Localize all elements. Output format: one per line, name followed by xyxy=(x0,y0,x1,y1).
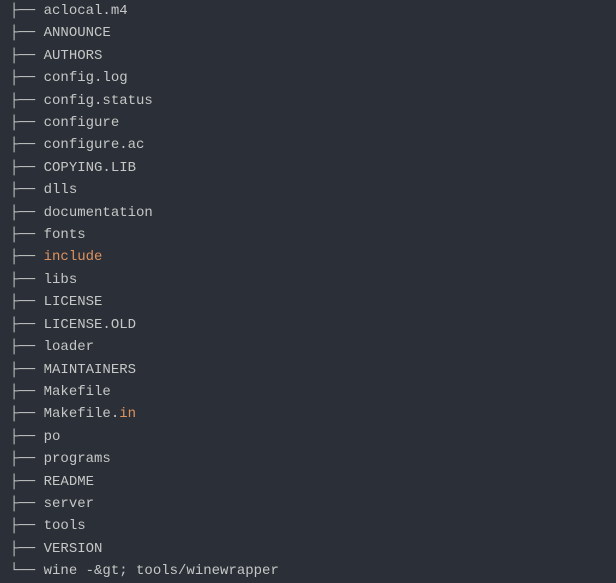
tree-row: ├── config.log xyxy=(10,67,616,89)
tree-row: ├── MAINTAINERS xyxy=(10,359,616,381)
tree-row: ├── Makefile.in xyxy=(10,403,616,425)
tree-branch-icon: ├── xyxy=(10,518,44,534)
file-name: po xyxy=(44,429,61,445)
tree-branch-icon: ├── xyxy=(10,70,44,86)
tree-row: ├── configure xyxy=(10,112,616,134)
tree-row: ├── dlls xyxy=(10,179,616,201)
file-name: MAINTAINERS xyxy=(44,362,136,378)
tree-branch-icon: ├── xyxy=(10,272,44,288)
file-name: configure xyxy=(44,115,120,131)
tree-branch-icon: ├── xyxy=(10,294,44,310)
file-name: documentation xyxy=(44,205,153,221)
tree-row: ├── po xyxy=(10,426,616,448)
tree-row: ├── libs xyxy=(10,269,616,291)
file-name: COPYING.LIB xyxy=(44,160,136,176)
file-name: Makefile.in xyxy=(44,406,136,422)
tree-row: ├── configure.ac xyxy=(10,134,616,156)
tree-row: ├── COPYING.LIB xyxy=(10,157,616,179)
file-name: config.status xyxy=(44,93,153,109)
tree-row: ├── VERSION xyxy=(10,538,616,560)
tree-branch-icon: ├── xyxy=(10,496,44,512)
tree-row: ├── documentation xyxy=(10,202,616,224)
file-name: VERSION xyxy=(44,541,103,557)
file-name: libs xyxy=(44,272,78,288)
tree-branch-icon: └── xyxy=(10,563,44,579)
tree-branch-icon: ├── xyxy=(10,339,44,355)
tree-row: ├── tools xyxy=(10,515,616,537)
tree-branch-icon: ├── xyxy=(10,474,44,490)
file-name: dlls xyxy=(44,182,78,198)
file-name: ANNOUNCE xyxy=(44,25,111,41)
tree-branch-icon: ├── xyxy=(10,3,44,19)
tree-branch-icon: ├── xyxy=(10,182,44,198)
file-name: server xyxy=(44,496,94,512)
file-name: README xyxy=(44,474,94,490)
tree-row: ├── LICENSE.OLD xyxy=(10,314,616,336)
tree-branch-icon: ├── xyxy=(10,406,44,422)
tree-row: ├── ANNOUNCE xyxy=(10,22,616,44)
file-name: AUTHORS xyxy=(44,48,103,64)
tree-branch-icon: ├── xyxy=(10,541,44,557)
tree-row: ├── server xyxy=(10,493,616,515)
tree-row: ├── loader xyxy=(10,336,616,358)
tree-row: ├── LICENSE xyxy=(10,291,616,313)
file-name: LICENSE xyxy=(44,294,103,310)
file-name: programs xyxy=(44,451,111,467)
tree-branch-icon: ├── xyxy=(10,362,44,378)
tree-branch-icon: ├── xyxy=(10,115,44,131)
tree-branch-icon: ├── xyxy=(10,227,44,243)
tree-branch-icon: ├── xyxy=(10,25,44,41)
tree-branch-icon: ├── xyxy=(10,429,44,445)
file-name: aclocal.m4 xyxy=(44,3,128,19)
tree-output: ├── aclocal.m4 ├── ANNOUNCE ├── AUTHORS … xyxy=(0,0,616,583)
file-name: LICENSE.OLD xyxy=(44,317,136,333)
file-name: configure.ac xyxy=(44,137,145,153)
file-name: tools xyxy=(44,518,86,534)
file-name: Makefile xyxy=(44,384,111,400)
tree-branch-icon: ├── xyxy=(10,317,44,333)
tree-row: ├── include xyxy=(10,246,616,268)
tree-branch-icon: ├── xyxy=(10,93,44,109)
tree-row: ├── README xyxy=(10,471,616,493)
file-name: loader xyxy=(44,339,94,355)
file-name: config.log xyxy=(44,70,128,86)
tree-branch-icon: ├── xyxy=(10,160,44,176)
tree-row: ├── Makefile xyxy=(10,381,616,403)
tree-row: └── wine -&gt; tools/winewrapper xyxy=(10,560,616,582)
file-name: include xyxy=(44,249,103,265)
tree-row: ├── config.status xyxy=(10,90,616,112)
tree-branch-icon: ├── xyxy=(10,205,44,221)
tree-row: ├── aclocal.m4 xyxy=(10,0,616,22)
tree-row: ├── fonts xyxy=(10,224,616,246)
tree-branch-icon: ├── xyxy=(10,137,44,153)
tree-branch-icon: ├── xyxy=(10,249,44,265)
file-name: fonts xyxy=(44,227,86,243)
tree-branch-icon: ├── xyxy=(10,48,44,64)
tree-branch-icon: ├── xyxy=(10,384,44,400)
tree-row: ├── programs xyxy=(10,448,616,470)
tree-row: ├── AUTHORS xyxy=(10,45,616,67)
file-name: wine -&gt; tools/winewrapper xyxy=(44,563,279,579)
tree-branch-icon: ├── xyxy=(10,451,44,467)
